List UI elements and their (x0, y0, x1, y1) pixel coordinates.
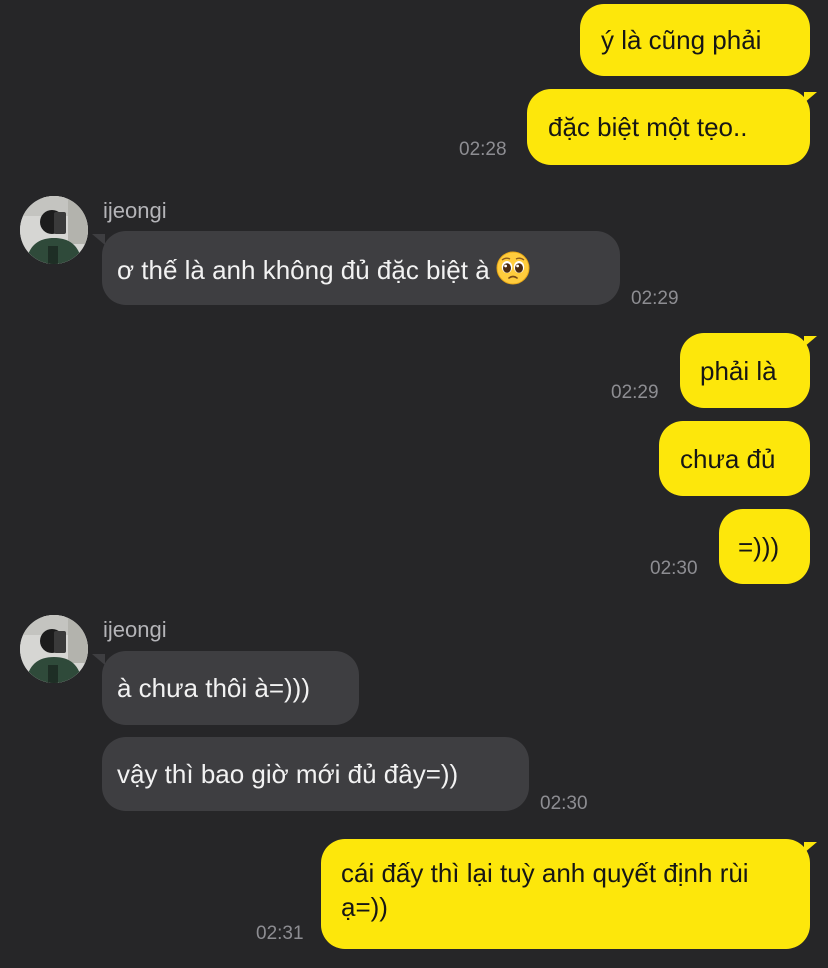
avatar-photo (20, 196, 88, 264)
message-timestamp: 02:29 (631, 288, 679, 309)
message-timestamp: 02:28 (459, 139, 507, 160)
message-text: à chưa thôi à=))) (117, 673, 310, 703)
outgoing-message[interactable]: ý là cũng phải (580, 4, 810, 76)
message-timestamp: 02:30 (540, 793, 588, 814)
outgoing-message[interactable]: phải là (680, 333, 810, 408)
incoming-message[interactable]: ơ thế là anh không đủ đặc biệt à (102, 231, 620, 305)
bubble-tail (804, 842, 817, 853)
bubble-tail (92, 654, 105, 665)
message-text: cái đấy thì lại tuỳ anh quyết định rùi ạ… (341, 858, 749, 922)
sender-name: ijeongi (103, 198, 167, 223)
bubble-tail (92, 234, 105, 245)
message-text: ơ thế là anh không đủ đặc biệt à (117, 255, 490, 285)
message-text: phải là (700, 356, 777, 386)
message-text: vậy thì bao giờ mới đủ đây=)) (117, 759, 459, 789)
incoming-message[interactable]: à chưa thôi à=))) (102, 651, 359, 725)
outgoing-message[interactable]: =))) (719, 509, 810, 584)
avatar-photo (20, 615, 88, 683)
message-timestamp: 02:31 (256, 923, 304, 944)
sender-name: ijeongi (103, 617, 167, 642)
message-timestamp: 02:30 (650, 558, 698, 579)
outgoing-message[interactable]: đặc biệt một tẹo.. (527, 89, 810, 165)
incoming-message[interactable]: vậy thì bao giờ mới đủ đây=)) (102, 737, 529, 811)
bubble-tail (804, 92, 817, 103)
bubble-tail (804, 336, 817, 347)
avatar[interactable] (20, 196, 88, 264)
message-text: ý là cũng phải (601, 25, 762, 55)
message-text: đặc biệt một tẹo.. (548, 112, 748, 142)
avatar[interactable] (20, 615, 88, 683)
outgoing-message[interactable]: cái đấy thì lại tuỳ anh quyết định rùi ạ… (321, 839, 810, 949)
message-text: =))) (738, 532, 780, 562)
message-text: chưa đủ (680, 444, 776, 474)
message-timestamp: 02:29 (611, 382, 659, 403)
pleading-face-icon (496, 251, 530, 293)
outgoing-message[interactable]: chưa đủ (659, 421, 810, 496)
